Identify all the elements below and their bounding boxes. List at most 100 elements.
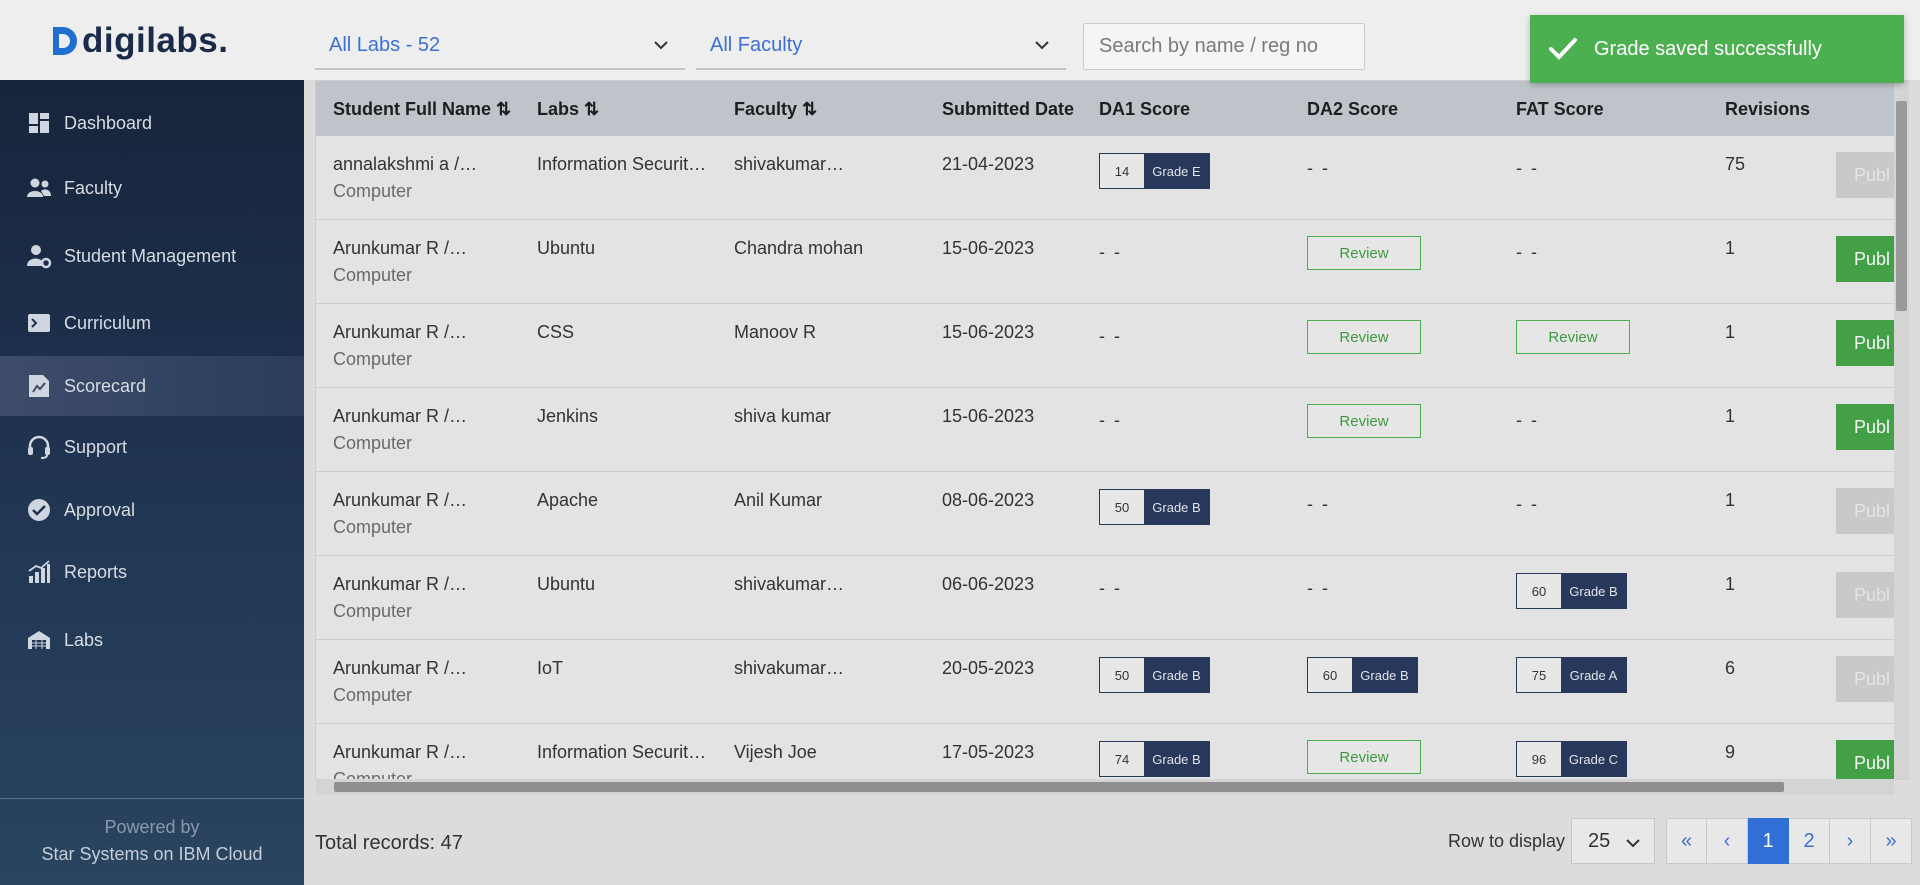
table-row: Arunkumar R /… Computer Ubuntu Chandra moha… — [316, 220, 1908, 304]
table-header: Student Full Name ⇅ Labs ⇅ Faculty ⇅ Sub… — [316, 81, 1908, 136]
revisions-count: 1 — [1725, 490, 1736, 510]
da1-empty: - - — [1099, 410, 1122, 430]
column-header-da1: DA1 Score — [1099, 99, 1191, 119]
student-name[interactable]: Arunkumar R /… — [333, 490, 467, 511]
prev-page-button[interactable]: ‹ — [1707, 818, 1748, 864]
column-header-name[interactable]: Student Full Name ⇅ — [333, 99, 511, 120]
next-page-button[interactable]: › — [1830, 818, 1871, 864]
revisions-count: 6 — [1725, 658, 1736, 678]
submitted-date: 20-05-2023 — [942, 658, 1035, 678]
last-page-button[interactable]: » — [1871, 818, 1912, 864]
da2-review-button[interactable]: Review — [1307, 236, 1421, 270]
sidebar-item-label: Scorecard — [64, 375, 147, 396]
lab-name: Ubuntu — [537, 574, 596, 594]
fat-score-badge[interactable]: 96 Grade C — [1516, 741, 1627, 777]
fat-review-button[interactable]: Review — [1516, 320, 1630, 354]
da2-review-button[interactable]: Review — [1307, 320, 1421, 354]
scrollbar-thumb[interactable] — [334, 782, 1784, 792]
success-toast[interactable]: Grade saved successfully — [1530, 15, 1904, 83]
sidebar-item-reports[interactable]: Reports — [0, 543, 304, 601]
table-row: Arunkumar R /… Computer Information Securi… — [316, 724, 1908, 779]
submitted-date: 15-06-2023 — [942, 322, 1035, 342]
student-name[interactable]: Arunkumar R /… — [333, 238, 467, 259]
column-header-da2: DA2 Score — [1307, 99, 1399, 119]
sidebar-item-curriculum[interactable]: Curriculum — [0, 294, 304, 352]
lab-name: Apache — [537, 490, 599, 510]
faculty-name: shivakumar… — [734, 658, 845, 678]
da2-empty: - - — [1307, 158, 1330, 178]
search-input[interactable] — [1083, 23, 1365, 70]
sidebar-item-student-management[interactable]: Student Management — [0, 227, 304, 285]
brand-logo[interactable]: digilabs. — [50, 21, 228, 60]
da1-score-badge[interactable]: 14 Grade E — [1099, 153, 1210, 189]
da2-score-badge[interactable]: 60 Grade B — [1307, 657, 1418, 693]
grade-label: Grade A — [1561, 658, 1626, 692]
rows-per-page-select[interactable]: 25 — [1571, 818, 1655, 864]
chevron-down-icon — [1626, 831, 1640, 854]
terminal-icon — [26, 310, 52, 336]
score-value: 75 — [1517, 658, 1561, 692]
horizontal-scrollbar[interactable] — [316, 779, 1894, 795]
logo-mark-icon — [50, 24, 80, 58]
page-button[interactable]: 1 — [1748, 818, 1789, 864]
page-button[interactable]: 2 — [1789, 818, 1830, 864]
faculty-name: Manoov R — [734, 322, 817, 342]
faculty-filter-value: All Faculty — [710, 33, 803, 56]
da2-review-button[interactable]: Review — [1307, 740, 1421, 774]
student-name[interactable]: Arunkumar R /… — [333, 322, 467, 343]
labs-icon — [26, 627, 52, 653]
powered-by-label: Powered by — [104, 817, 200, 837]
student-name[interactable]: Arunkumar R /… — [333, 658, 467, 679]
vertical-scrollbar[interactable] — [1894, 81, 1909, 779]
fat-score-badge[interactable]: 60 Grade B — [1516, 573, 1627, 609]
student-department: Computer — [333, 349, 413, 369]
revisions-count: 75 — [1725, 154, 1746, 174]
score-value: 74 — [1100, 742, 1144, 776]
table-row: Arunkumar R /… Computer IoT shivakumar… 20-0… — [316, 640, 1908, 724]
sidebar-item-label: Dashboard — [64, 112, 153, 133]
sidebar-item-approval[interactable]: Approval — [0, 481, 304, 539]
fat-score-badge[interactable]: 75 Grade A — [1516, 657, 1627, 693]
student-name[interactable]: Arunkumar R /… — [333, 406, 467, 427]
lab-name: IoT — [537, 658, 564, 678]
da1-score-badge[interactable]: 50 Grade B — [1099, 489, 1210, 525]
student-department: Computer — [333, 601, 413, 621]
student-name[interactable]: annalakshmi a /… — [333, 154, 477, 175]
student-name[interactable]: Arunkumar R /… — [333, 574, 467, 595]
column-header-labs[interactable]: Labs ⇅ — [537, 99, 599, 120]
grade-label: Grade B — [1352, 658, 1417, 692]
score-value: 14 — [1100, 154, 1144, 188]
da2-empty: - - — [1307, 494, 1330, 514]
score-value: 50 — [1100, 658, 1144, 692]
da1-score-badge[interactable]: 74 Grade B — [1099, 741, 1210, 777]
student-department: Computer — [333, 181, 413, 201]
sidebar: Dashboard Faculty Student Management Cur… — [0, 80, 304, 885]
column-header-faculty[interactable]: Faculty ⇅ — [734, 99, 817, 120]
da1-empty: - - — [1099, 578, 1122, 598]
sidebar-item-labs[interactable]: Labs — [0, 611, 304, 669]
labs-filter-select[interactable]: All Labs - 52 — [315, 22, 685, 70]
users-icon — [26, 175, 52, 201]
table-row: Arunkumar R /… Computer CSS Manoov R 15-06-2… — [316, 304, 1908, 388]
da2-review-button[interactable]: Review — [1307, 404, 1421, 438]
column-header-revisions: Revisions — [1725, 99, 1811, 119]
table-row: annalakshmi a /… Computer Information Secu… — [316, 136, 1908, 220]
sidebar-item-faculty[interactable]: Faculty — [0, 159, 304, 217]
first-page-button[interactable]: « — [1666, 818, 1707, 864]
student-name[interactable]: Arunkumar R /… — [333, 742, 467, 763]
dashboard-icon — [26, 110, 52, 136]
sidebar-item-scorecard[interactable]: Scorecard — [0, 356, 304, 416]
score-value: 60 — [1308, 658, 1352, 692]
scorecard-icon — [26, 373, 52, 399]
sidebar-item-support[interactable]: Support — [0, 418, 304, 476]
faculty-name: shiva kumar — [734, 406, 832, 426]
da2-empty: - - — [1307, 578, 1330, 598]
sidebar-item-dashboard[interactable]: Dashboard — [0, 94, 304, 152]
scrollbar-thumb[interactable] — [1896, 101, 1907, 311]
score-value: 60 — [1517, 574, 1561, 608]
da1-score-badge[interactable]: 50 Grade B — [1099, 657, 1210, 693]
revisions-count: 1 — [1725, 406, 1736, 426]
faculty-filter-select[interactable]: All Faculty — [696, 22, 1066, 70]
sidebar-item-label: Reports — [64, 561, 128, 582]
column-header-date: Submitted Date — [942, 99, 1075, 119]
